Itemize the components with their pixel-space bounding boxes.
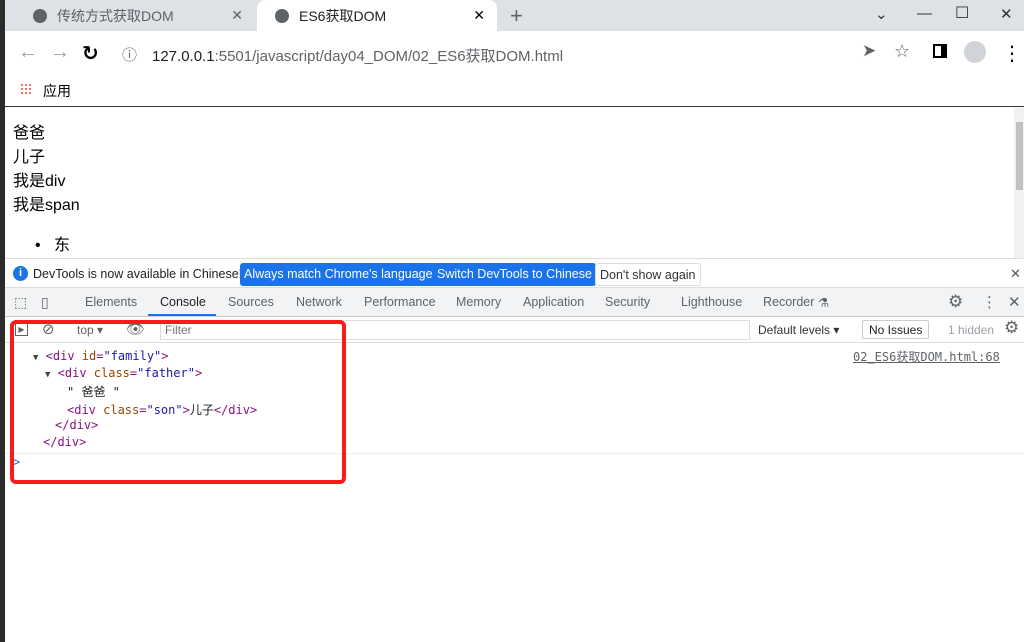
device-toolbar-icon[interactable]: ▯: [41, 294, 49, 311]
browser-toolbar: ← → ↻ ⓘ 127.0.0.1:5501/javascript/day04_…: [5, 31, 1024, 75]
tab-title: 传统方式获取DOM: [57, 7, 174, 24]
page-scrollbar[interactable]: [1014, 108, 1024, 258]
tab-recorder[interactable]: Recorder: [763, 295, 814, 309]
list-item: • 东: [35, 237, 70, 254]
always-match-language-button[interactable]: Always match Chrome's language: [240, 263, 437, 286]
close-window-button[interactable]: ✕: [1000, 5, 1013, 23]
tab-application[interactable]: Application: [523, 295, 584, 309]
sidebar-icon[interactable]: [933, 44, 947, 58]
div-text: 我是div: [13, 173, 66, 190]
devtools-tabbar: ⬚ ▯ Elements Console Sources Network Per…: [5, 288, 1024, 317]
issues-button[interactable]: No Issues: [862, 320, 930, 339]
tab-traditional-dom[interactable]: 传统方式获取DOM ✕: [15, 0, 255, 31]
flask-icon: ⚗: [818, 296, 830, 310]
levels-label: Default levels: [758, 323, 831, 337]
url-host: 127.0.0.1: [152, 48, 215, 65]
close-tab-icon[interactable]: ✕: [231, 7, 243, 24]
source-link[interactable]: 02_ES6获取DOM.html:68: [853, 348, 1000, 365]
tab-sources[interactable]: Sources: [228, 295, 274, 309]
close-devtools-icon[interactable]: ✕: [1008, 293, 1021, 311]
tab-es6-dom[interactable]: ES6获取DOM ✕: [257, 0, 497, 31]
infobar-message: DevTools is now available in Chinese!: [33, 267, 243, 281]
maximize-button[interactable]: ☐: [955, 3, 969, 23]
tab-lighthouse[interactable]: Lighthouse: [681, 295, 742, 309]
tab-strip: 传统方式获取DOM ✕ ES6获取DOM ✕ + ⌄ — ☐ ✕: [5, 0, 1024, 31]
menu-icon[interactable]: ⋮: [1002, 41, 1022, 66]
apps-icon[interactable]: [20, 83, 32, 95]
send-icon[interactable]: ➤: [862, 41, 876, 61]
close-infobar-icon[interactable]: ✕: [1010, 266, 1021, 282]
profile-avatar[interactable]: [964, 41, 986, 63]
language-infobar: i DevTools is now available in Chinese! …: [5, 258, 1024, 288]
forward-button[interactable]: →: [50, 41, 70, 64]
globe-icon: [33, 8, 47, 23]
globe-icon: [275, 8, 289, 23]
dont-show-again-button[interactable]: Don't show again: [595, 263, 701, 286]
tab-search-icon[interactable]: ⌄: [875, 5, 888, 23]
page-content: 爸爸 儿子 我是div 我是span • 东: [5, 108, 1014, 258]
info-icon: ⓘ: [122, 47, 138, 64]
father-text: 爸爸: [13, 125, 46, 142]
more-options-icon[interactable]: ⋮: [982, 293, 997, 311]
switch-to-chinese-button[interactable]: Switch DevTools to Chinese: [433, 263, 596, 286]
back-button[interactable]: ←: [18, 41, 38, 64]
url-path: :5501/javascript/day04_DOM/02_ES6获取DOM.h…: [214, 48, 564, 65]
son-text: 儿子: [13, 149, 46, 166]
minimize-button[interactable]: —: [917, 5, 932, 22]
new-tab-button[interactable]: +: [510, 3, 523, 29]
hidden-count: 1 hidden: [948, 323, 995, 337]
tab-network[interactable]: Network: [296, 295, 342, 309]
settings-icon[interactable]: ⚙: [948, 292, 963, 312]
tab-title: ES6获取DOM: [299, 7, 387, 24]
tab-security[interactable]: Security: [605, 295, 650, 309]
tab-elements[interactable]: Elements: [85, 295, 137, 309]
highlight-annotation-box: [10, 320, 346, 484]
apps-bookmark[interactable]: 应用: [43, 81, 71, 101]
log-levels-dropdown[interactable]: Default levels ▾: [758, 323, 839, 337]
info-icon: i: [13, 266, 28, 281]
bookmarks-bar: 应用: [5, 75, 1024, 107]
star-icon[interactable]: ☆: [894, 41, 910, 62]
console-settings-icon[interactable]: ⚙: [1004, 318, 1019, 338]
address-bar[interactable]: 127.0.0.1:5501/javascript/day04_DOM/02_E…: [152, 45, 563, 66]
tab-memory[interactable]: Memory: [456, 295, 501, 309]
tab-console[interactable]: Console: [160, 295, 206, 309]
tab-performance[interactable]: Performance: [364, 295, 436, 309]
span-text: 我是span: [13, 197, 80, 214]
list-item-text: 东: [53, 237, 70, 254]
active-tab-indicator: [148, 314, 216, 316]
reload-button[interactable]: ↻: [82, 41, 99, 66]
inspect-element-icon[interactable]: ⬚: [14, 294, 27, 311]
close-tab-icon[interactable]: ✕: [473, 7, 485, 24]
